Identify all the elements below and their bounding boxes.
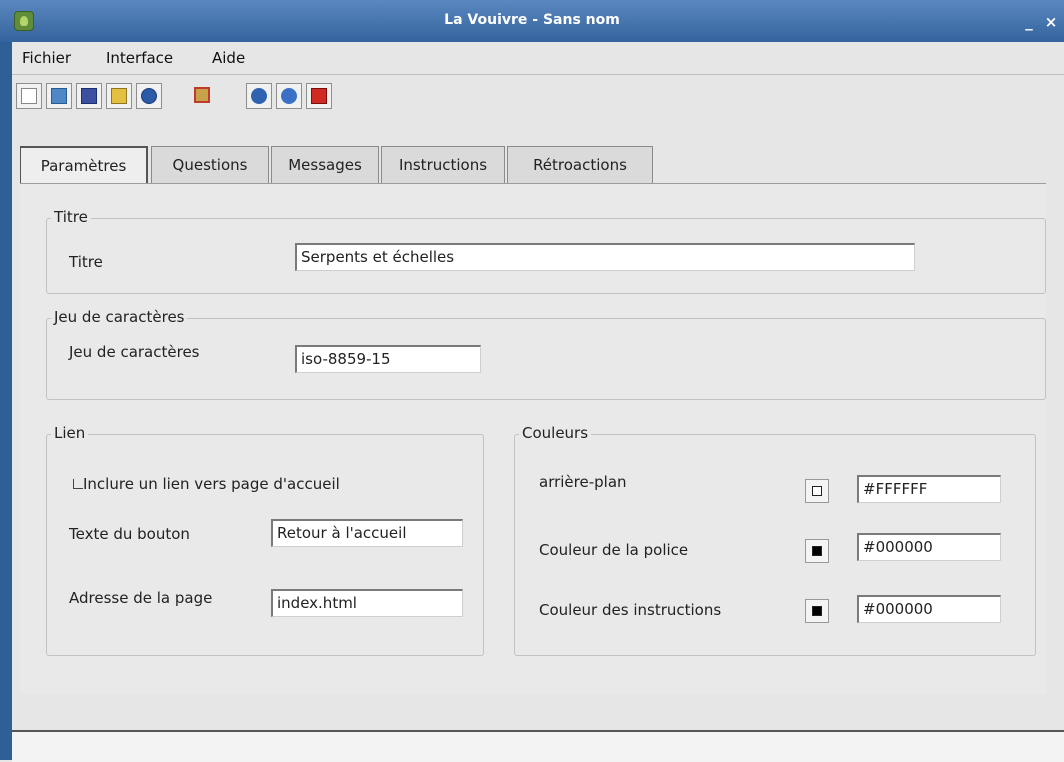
close-icon[interactable]: × xyxy=(1042,14,1060,32)
font-color-input[interactable]: #000000 xyxy=(857,533,1001,561)
window-title: La Vouivre - Sans nom xyxy=(444,12,620,28)
button-text-label: Texte du bouton xyxy=(69,525,190,543)
tab-parametres[interactable]: Paramètres xyxy=(20,146,148,184)
menu-aide[interactable]: Aide xyxy=(212,49,245,67)
group-title: Titre xyxy=(51,208,91,226)
window-left-border xyxy=(0,42,12,760)
menu-fichier[interactable]: Fichier xyxy=(22,49,71,67)
toolbar xyxy=(12,75,1064,123)
background-color-label: arrière-plan xyxy=(539,473,627,491)
font-color-label: Couleur de la police xyxy=(539,541,689,559)
include-link-label: Inclure un lien vers page d'accueil xyxy=(83,475,340,493)
tab-messages[interactable]: Messages xyxy=(271,146,379,183)
group-title: Lien xyxy=(51,424,89,442)
titre-group: Titre Titre Serpents et échelles xyxy=(46,208,1046,294)
new-document-icon xyxy=(21,88,37,104)
titre-label: Titre xyxy=(69,253,103,271)
charset-input[interactable]: iso-8859-15 xyxy=(295,345,481,373)
info-icon xyxy=(251,88,267,104)
parametres-panel: Titre Titre Serpents et échelles Jeu de … xyxy=(20,183,1046,694)
background-color-input[interactable]: #FFFFFF xyxy=(857,475,1001,503)
save-icon xyxy=(81,88,97,104)
couleurs-group: Couleurs arrière-plan #FFFFFF Couleur de… xyxy=(514,424,1036,656)
preview-icon xyxy=(194,87,210,103)
web-button[interactable] xyxy=(136,83,162,109)
save-as-icon xyxy=(111,88,127,104)
save-button[interactable] xyxy=(76,83,102,109)
menu-interface[interactable]: Interface xyxy=(106,49,173,67)
group-title: Jeu de caractères xyxy=(51,308,188,326)
tab-questions[interactable]: Questions xyxy=(151,146,269,183)
open-folder-icon xyxy=(51,88,67,104)
charset-label: Jeu de caractères xyxy=(69,343,200,361)
quit-button[interactable] xyxy=(306,83,332,109)
preview-button[interactable] xyxy=(190,83,216,109)
help-button[interactable] xyxy=(276,83,302,109)
page-address-input[interactable]: index.html xyxy=(271,589,463,617)
menu-bar: Fichier Interface Aide xyxy=(12,42,1064,75)
page-address-label: Adresse de la page xyxy=(69,589,213,607)
tab-instructions[interactable]: Instructions xyxy=(381,146,505,183)
info-button[interactable] xyxy=(246,83,272,109)
save-as-button[interactable] xyxy=(106,83,132,109)
instructions-color-label: Couleur des instructions xyxy=(539,601,722,619)
status-bar xyxy=(12,730,1064,762)
instructions-color-input[interactable]: #000000 xyxy=(857,595,1001,623)
instructions-color-button[interactable] xyxy=(805,599,829,623)
tab-retroactions[interactable]: Rétroactions xyxy=(507,146,653,183)
charset-group: Jeu de caractères Jeu de caractères iso-… xyxy=(46,308,1046,400)
color-swatch-icon xyxy=(812,606,822,616)
group-title: Couleurs xyxy=(519,424,592,442)
globe-icon xyxy=(141,88,157,104)
background-color-button[interactable] xyxy=(805,479,829,503)
minimize-icon[interactable]: _ xyxy=(1020,14,1038,32)
color-swatch-icon xyxy=(812,546,822,556)
help-icon xyxy=(281,88,297,104)
open-button[interactable] xyxy=(46,83,72,109)
button-text-input[interactable]: Retour à l'accueil xyxy=(271,519,463,547)
new-button[interactable] xyxy=(16,83,42,109)
font-color-button[interactable] xyxy=(805,539,829,563)
include-link-checkbox[interactable] xyxy=(73,479,83,489)
lien-group: Lien Inclure un lien vers page d'accueil… xyxy=(46,424,484,656)
color-swatch-icon xyxy=(812,486,822,496)
exit-icon xyxy=(311,88,327,104)
title-bar: La Vouivre - Sans nom _ × xyxy=(0,0,1064,42)
titre-input[interactable]: Serpents et échelles xyxy=(295,243,915,271)
